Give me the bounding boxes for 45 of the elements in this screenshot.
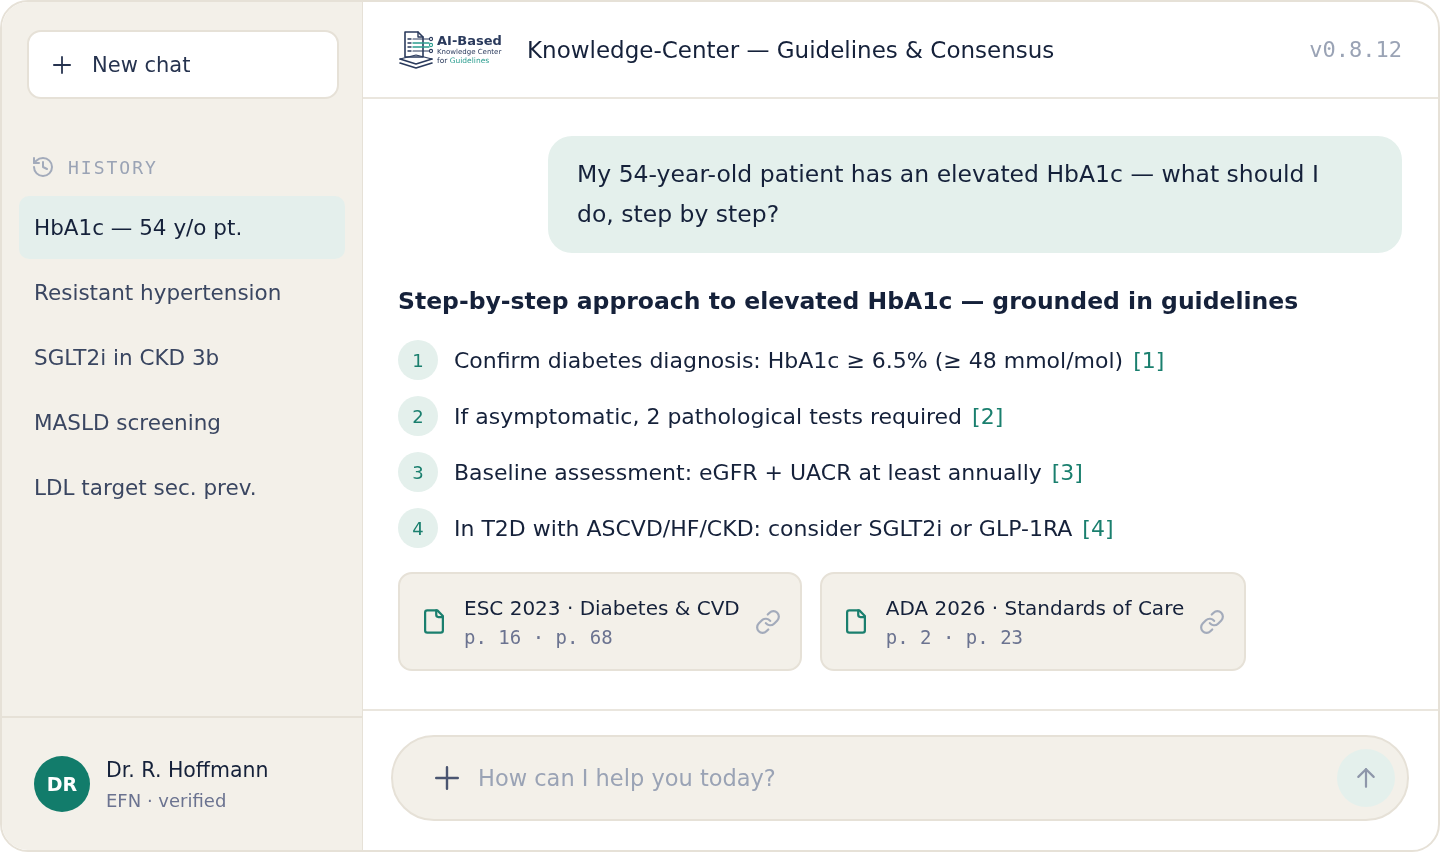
- source-pages: p. 16 · p. 68: [464, 625, 614, 648]
- page-title: Knowledge-Center — Guidelines & Consensus: [527, 36, 1055, 63]
- answer-heading: Step-by-step approach to elevated HbA1c — grounded in guidelines: [398, 286, 1300, 317]
- source-pages: p. 2 · p. 23: [885, 625, 1025, 648]
- logo-icon: [398, 29, 434, 70]
- plus-icon[interactable]: [435, 766, 459, 790]
- history-item[interactable]: HbA1c — 54 y/o pt.: [19, 196, 345, 259]
- history-item[interactable]: LDL target sec. prev.: [19, 456, 345, 519]
- step-number: 3: [398, 452, 438, 492]
- step-text: If asymptomatic, 2 pathological tests required: [454, 403, 963, 429]
- history-item[interactable]: Resistant hypertension: [19, 261, 345, 324]
- citation-link[interactable]: [1]: [1133, 347, 1165, 373]
- user-name: Dr. R. Hoffmann: [106, 757, 269, 782]
- step-number: 1: [398, 340, 438, 380]
- plus-icon: [53, 55, 71, 74]
- citation-link[interactable]: [4]: [1082, 515, 1114, 541]
- source-title: ADA 2026 · Standards of Care: [885, 595, 1185, 620]
- history-item[interactable]: SGLT2i in CKD 3b: [19, 326, 345, 389]
- link-icon[interactable]: [1200, 609, 1225, 634]
- new-chat-button[interactable]: New chat: [27, 30, 339, 99]
- message-input[interactable]: How can I help you today?: [478, 761, 1337, 795]
- arrow-up-icon: [1356, 767, 1376, 789]
- citation-link[interactable]: [2]: [972, 403, 1004, 429]
- step-number: 4: [398, 508, 438, 548]
- step-text: Baseline assessment: eGFR + UACR at least annually: [454, 459, 1042, 485]
- source-card[interactable]: ADA 2026 · Standards of Care p. 2 · p. 23: [819, 572, 1247, 671]
- link-icon[interactable]: [755, 609, 780, 634]
- file-icon: [845, 609, 866, 634]
- logo-title: AI-Based: [437, 34, 502, 48]
- version-label: v0.8.12: [1309, 37, 1402, 62]
- citation-link[interactable]: [3]: [1051, 459, 1083, 485]
- history-icon: [32, 156, 54, 178]
- message-field[interactable]: How can I help you today?: [391, 735, 1409, 821]
- user-status: EFN · verified: [106, 789, 228, 811]
- step-text: Confirm diabetes diagnosis: HbA1c ≥ 6.5% (≥ 48 mmol/mol): [454, 347, 1124, 373]
- history-heading: HISTORY: [68, 156, 158, 178]
- history-item[interactable]: MASLD screening: [19, 391, 345, 454]
- source-card[interactable]: ESC 2023 · Diabetes & CVD p. 16 · p. 68: [398, 572, 802, 671]
- avatar: DR: [34, 756, 90, 812]
- step-number: 2: [398, 396, 438, 436]
- user-message: My 54-year-old patient has an elevated HbA1c — what should I do, step by step?: [548, 136, 1402, 253]
- source-title: ESC 2023 · Diabetes & CVD: [464, 595, 740, 620]
- send-button[interactable]: [1337, 749, 1395, 807]
- step-text: In T2D with ASCVD/HF/CKD: consider SGLT2i or GLP-1RA: [454, 515, 1073, 541]
- file-icon: [424, 609, 444, 634]
